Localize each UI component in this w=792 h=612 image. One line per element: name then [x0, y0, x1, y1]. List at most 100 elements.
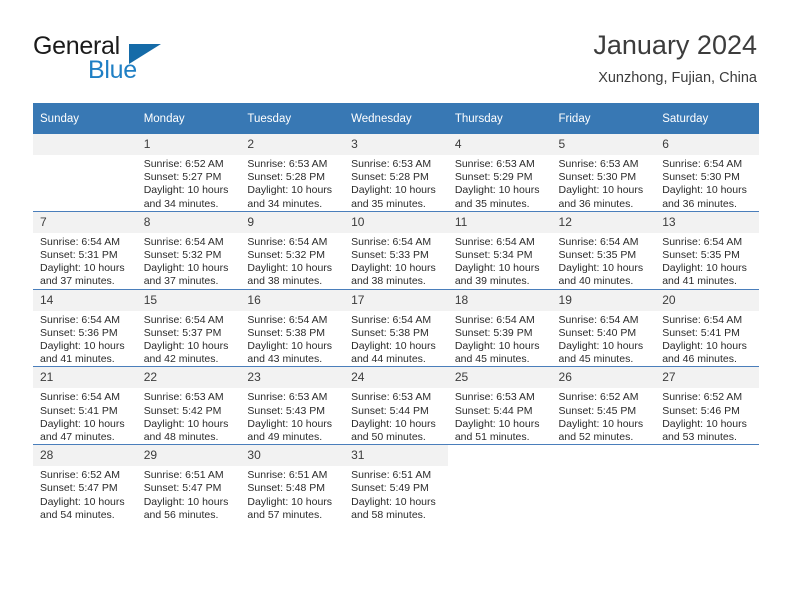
sunrise-time: Sunrise: 6:52 AM: [143, 158, 224, 170]
sunset-time: Sunset: 5:46 PM: [662, 404, 740, 417]
calendar-day-cell[interactable]: 14 Sunrise: 6:54 AM Sunset: 5:36 PM Dayligh…: [33, 288, 137, 367]
calendar-day-cell[interactable]: 30 Sunrise: 6:51 AM Sunset: 5:48 PM Dayligh…: [240, 444, 345, 523]
calendar-empty-cell: [655, 444, 759, 523]
sunset-time: Sunset: 5:37 PM: [143, 326, 222, 339]
day-number: 29: [136, 445, 241, 467]
day-number: [447, 445, 552, 467]
calendar-day-cell[interactable]: 24 Sunrise: 6:53 AM Sunset: 5:44 PM Dayligh…: [344, 366, 448, 445]
calendar-day-cell[interactable]: 19 Sunrise: 6:54 AM Sunset: 5:40 PM Dayligh…: [551, 288, 656, 367]
day-details: Sunrise: 6:54 AM Sunset: 5:41 PM Daylight:…: [655, 311, 759, 367]
day-number: 31: [344, 445, 448, 467]
calendar-empty-cell: [33, 134, 137, 212]
day-number: 15: [136, 289, 241, 311]
generalblue-logo[interactable]: General Blue: [33, 32, 213, 86]
calendar-day-cell[interactable]: 8 Sunrise: 6:54 AM Sunset: 5:32 PM Daylight…: [136, 210, 241, 290]
sunset-time: Sunset: 5:47 PM: [40, 482, 118, 495]
calendar-day-cell[interactable]: 10 Sunrise: 6:54 AM Sunset: 5:33 PM Dayligh…: [344, 210, 448, 290]
day-details: Sunrise: 6:52 AM Sunset: 5:46 PM Daylight:…: [655, 388, 759, 444]
calendar-day-cell[interactable]: 15 Sunrise: 6:54 AM Sunset: 5:37 PM Dayligh…: [136, 288, 241, 367]
calendar-day-cell[interactable]: 16 Sunrise: 6:54 AM Sunset: 5:38 PM Dayligh…: [240, 288, 345, 367]
daylight-duration-line2: and 35 minutes.: [454, 197, 530, 210]
day-number: 7: [33, 211, 137, 233]
calendar-day-cell[interactable]: 9 Sunrise: 6:54 AM Sunset: 5:32 PM Daylight…: [240, 210, 345, 290]
calendar-day-cell[interactable]: 23 Sunrise: 6:53 AM Sunset: 5:43 PM Dayligh…: [240, 366, 345, 445]
calendar-day-cell[interactable]: 4 Sunrise: 6:53 AM Sunset: 5:29 PM Daylight…: [447, 134, 552, 212]
sunrise-time: Sunrise: 6:52 AM: [662, 391, 743, 404]
calendar-day-cell[interactable]: 22 Sunrise: 6:53 AM Sunset: 5:42 PM Dayligh…: [136, 366, 241, 445]
sunset-time: Sunset: 5:35 PM: [662, 249, 740, 262]
calendar-day-cell[interactable]: 1 Sunrise: 6:52 AM Sunset: 5:27 PM Daylight…: [136, 134, 241, 212]
calendar-day-cell[interactable]: 6 Sunrise: 6:54 AM Sunset: 5:30 PM Daylight…: [655, 134, 759, 212]
daylight-duration-line2: and 36 minutes.: [662, 197, 737, 210]
daylight-duration-line2: and 36 minutes.: [558, 197, 634, 210]
daylight-duration-line1: Daylight: 10 hours: [143, 340, 229, 353]
day-number: [551, 445, 656, 467]
calendar-day-cell[interactable]: 26 Sunrise: 6:52 AM Sunset: 5:45 PM Dayligh…: [551, 366, 656, 445]
weekday-header-friday: Friday: [551, 103, 656, 134]
day-number: 11: [447, 211, 552, 233]
day-number: 23: [240, 367, 345, 389]
sunrise-time: Sunrise: 6:52 AM: [40, 469, 120, 482]
weekday-header-tuesday: Tuesday: [240, 103, 345, 134]
day-number: 19: [551, 289, 656, 311]
daylight-duration-line2: and 56 minutes.: [143, 508, 219, 521]
calendar-day-cell[interactable]: 18 Sunrise: 6:54 AM Sunset: 5:39 PM Dayligh…: [447, 288, 552, 367]
daylight-duration-line2: and 51 minutes.: [454, 431, 530, 444]
sunset-time: Sunset: 5:41 PM: [662, 326, 740, 339]
sunrise-time: Sunrise: 6:54 AM: [454, 235, 535, 248]
day-details: Sunrise: 6:51 AM Sunset: 5:49 PM Daylight:…: [344, 466, 448, 522]
day-number: 28: [33, 445, 137, 467]
daylight-duration-line1: Daylight: 10 hours: [454, 184, 540, 197]
sunset-time: Sunset: 5:39 PM: [454, 326, 533, 339]
day-details: Sunrise: 6:54 AM Sunset: 5:41 PM Daylight:…: [33, 388, 137, 444]
calendar-day-cell[interactable]: 29 Sunrise: 6:51 AM Sunset: 5:47 PM Dayligh…: [136, 444, 241, 523]
day-details: Sunrise: 6:53 AM Sunset: 5:28 PM Daylight:…: [344, 155, 448, 211]
calendar-day-cell[interactable]: 25 Sunrise: 6:53 AM Sunset: 5:44 PM Dayligh…: [447, 366, 552, 445]
calendar-day-cell[interactable]: 17 Sunrise: 6:54 AM Sunset: 5:38 PM Dayligh…: [344, 288, 448, 367]
calendar-day-cell[interactable]: 28 Sunrise: 6:52 AM Sunset: 5:47 PM Dayligh…: [33, 444, 137, 523]
day-details: Sunrise: 6:54 AM Sunset: 5:40 PM Daylight:…: [552, 311, 656, 367]
daylight-duration-line1: Daylight: 10 hours: [143, 184, 229, 197]
calendar-day-cell[interactable]: 3 Sunrise: 6:53 AM Sunset: 5:28 PM Daylight…: [344, 134, 448, 212]
day-number: 1: [136, 134, 241, 155]
sunset-time: Sunset: 5:30 PM: [662, 171, 740, 184]
calendar-day-cell[interactable]: 21 Sunrise: 6:54 AM Sunset: 5:41 PM Dayligh…: [33, 366, 137, 445]
daylight-duration-line2: and 45 minutes.: [558, 353, 634, 366]
sunset-time: Sunset: 5:49 PM: [351, 482, 429, 495]
calendar-day-cell[interactable]: 5 Sunrise: 6:53 AM Sunset: 5:30 PM Daylight…: [551, 134, 656, 212]
calendar-day-cell[interactable]: 12 Sunrise: 6:54 AM Sunset: 5:35 PM Dayligh…: [551, 210, 656, 290]
day-details: Sunrise: 6:54 AM Sunset: 5:34 PM Daylight:…: [448, 233, 552, 289]
day-number: 30: [240, 445, 345, 467]
sunrise-time: Sunrise: 6:51 AM: [247, 469, 328, 482]
daylight-duration-line2: and 37 minutes.: [143, 275, 219, 288]
calendar-day-cell[interactable]: 7 Sunrise: 6:54 AM Sunset: 5:31 PM Daylight…: [33, 210, 137, 290]
day-details: Sunrise: 6:54 AM Sunset: 5:35 PM Daylight:…: [552, 233, 656, 289]
day-details: Sunrise: 6:52 AM Sunset: 5:47 PM Daylight:…: [33, 466, 137, 522]
logo-text-blue: Blue: [88, 56, 137, 84]
day-details: Sunrise: 6:54 AM Sunset: 5:33 PM Daylight:…: [344, 233, 448, 289]
daylight-duration-line2: and 35 minutes.: [351, 197, 426, 210]
calendar-day-cell[interactable]: 20 Sunrise: 6:54 AM Sunset: 5:41 PM Dayligh…: [655, 288, 759, 367]
calendar-day-cell[interactable]: 2 Sunrise: 6:53 AM Sunset: 5:28 PM Daylight…: [240, 134, 345, 212]
day-number: 4: [447, 134, 552, 155]
sunset-time: Sunset: 5:44 PM: [351, 404, 429, 417]
day-details: Sunrise: 6:54 AM Sunset: 5:39 PM Daylight:…: [448, 311, 552, 367]
title-block: January 2024 Xunzhong, Fujian, China: [593, 28, 757, 88]
calendar-week-row: 1 Sunrise: 6:52 AM Sunset: 5:27 PM Daylight…: [33, 134, 759, 212]
daylight-duration-line1: Daylight: 10 hours: [662, 340, 747, 353]
calendar-day-cell[interactable]: 11 Sunrise: 6:54 AM Sunset: 5:34 PM Dayligh…: [447, 210, 552, 290]
calendar-day-cell[interactable]: 13 Sunrise: 6:54 AM Sunset: 5:35 PM Dayligh…: [655, 210, 759, 290]
day-details: Sunrise: 6:51 AM Sunset: 5:48 PM Daylight:…: [240, 466, 344, 522]
day-number: [655, 445, 759, 467]
sunset-time: Sunset: 5:32 PM: [247, 249, 326, 262]
weekday-header-thursday: Thursday: [447, 103, 552, 134]
calendar-day-cell[interactable]: 31 Sunrise: 6:51 AM Sunset: 5:49 PM Dayligh…: [344, 444, 448, 523]
day-number: 22: [136, 367, 241, 389]
daylight-duration-line1: Daylight: 10 hours: [662, 417, 747, 430]
sunset-time: Sunset: 5:29 PM: [454, 171, 533, 184]
daylight-duration-line1: Daylight: 10 hours: [247, 495, 333, 508]
daylight-duration-line1: Daylight: 10 hours: [247, 417, 333, 430]
calendar-day-cell[interactable]: 27 Sunrise: 6:52 AM Sunset: 5:46 PM Dayligh…: [655, 366, 759, 445]
day-number: 8: [136, 211, 241, 233]
day-details: Sunrise: 6:54 AM Sunset: 5:37 PM Daylight:…: [137, 311, 241, 367]
